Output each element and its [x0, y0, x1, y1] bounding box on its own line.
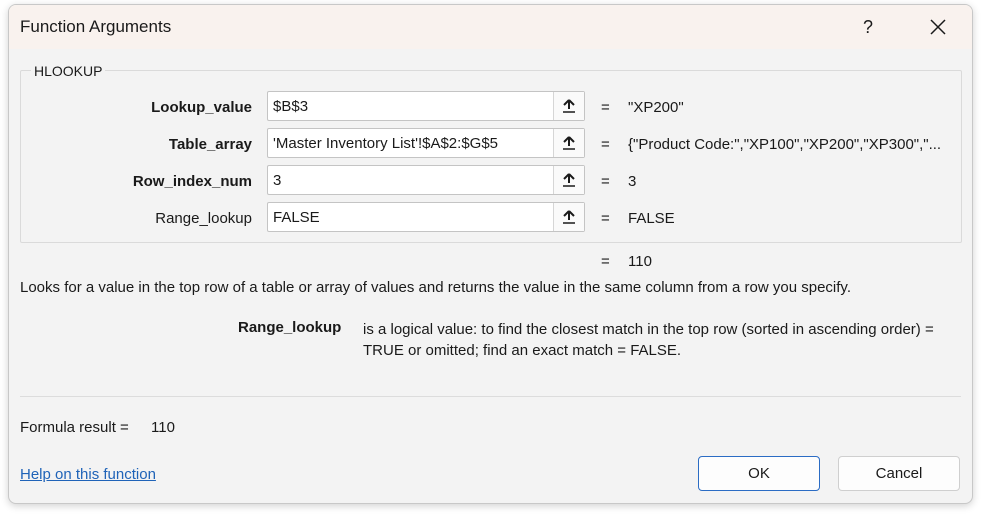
divider [20, 396, 961, 397]
upload-arrow-icon [563, 99, 575, 113]
arg-input-table-array[interactable]: 'Master Inventory List'!$A$2:$G$5 [267, 128, 585, 158]
equals-sign: = [601, 99, 610, 116]
arg-label-row-index-num: Row_index_num [132, 173, 252, 190]
upload-arrow-icon [563, 173, 575, 187]
arg-input-value: FALSE [273, 209, 320, 226]
arg-input-range-lookup[interactable]: FALSE [267, 202, 585, 232]
equals-sign: = [601, 253, 610, 270]
arg-input-value: 3 [273, 172, 282, 189]
function-arguments-dialog: Function Arguments ? HLOOKUP Lookup_valu… [8, 4, 973, 504]
collapse-dialog-button[interactable] [553, 166, 584, 194]
close-icon [930, 19, 946, 35]
equals-sign: = [601, 173, 610, 190]
arg-input-lookup-value[interactable]: $B$3 [267, 91, 585, 121]
dialog-title: Function Arguments [20, 17, 172, 36]
arg-input-row-index-num[interactable]: 3 [267, 165, 585, 195]
help-icon: ? [862, 16, 873, 37]
collapse-dialog-button[interactable] [553, 92, 584, 120]
function-name: HLOOKUP [31, 63, 106, 79]
arg-label-lookup-value: Lookup_value [151, 99, 252, 116]
formula-result-value: 110 [151, 419, 175, 436]
arg-label-table-array: Table_array [168, 136, 252, 153]
param-name: Range_lookup [238, 319, 342, 336]
collapse-dialog-button[interactable] [553, 129, 584, 157]
help-on-function-link[interactable]: Help on this function [20, 466, 156, 483]
param-description: is a logical value: to find the closest … [363, 321, 934, 359]
arg-result-range-lookup: FALSE [628, 210, 675, 227]
upload-arrow-icon [563, 210, 575, 224]
collapse-dialog-button[interactable] [553, 203, 584, 231]
arg-input-value: $B$3 [273, 98, 309, 115]
equals-sign: = [601, 210, 610, 227]
cancel-button[interactable]: Cancel [838, 456, 960, 491]
formula-result-label: Formula result = [20, 419, 129, 436]
close-button[interactable] [916, 11, 960, 43]
arg-input-value: 'Master Inventory List'!$A$2:$G$5 [273, 135, 499, 152]
ok-button[interactable]: OK [698, 456, 820, 491]
arg-result-row-index-num: 3 [628, 173, 637, 190]
equals-sign: = [601, 136, 610, 153]
arg-result-lookup-value: "XP200" [628, 99, 684, 116]
title-bar: Function Arguments ? [9, 5, 972, 49]
help-button[interactable]: ? [846, 11, 890, 43]
arg-label-range-lookup: Range_lookup [155, 210, 252, 227]
function-description: Looks for a value in the top row of a ta… [20, 279, 851, 296]
arg-result-table-array: {"Product Code:","XP100","XP200","XP300"… [628, 136, 942, 153]
upload-arrow-icon [563, 136, 575, 150]
function-result: 110 [628, 253, 652, 270]
